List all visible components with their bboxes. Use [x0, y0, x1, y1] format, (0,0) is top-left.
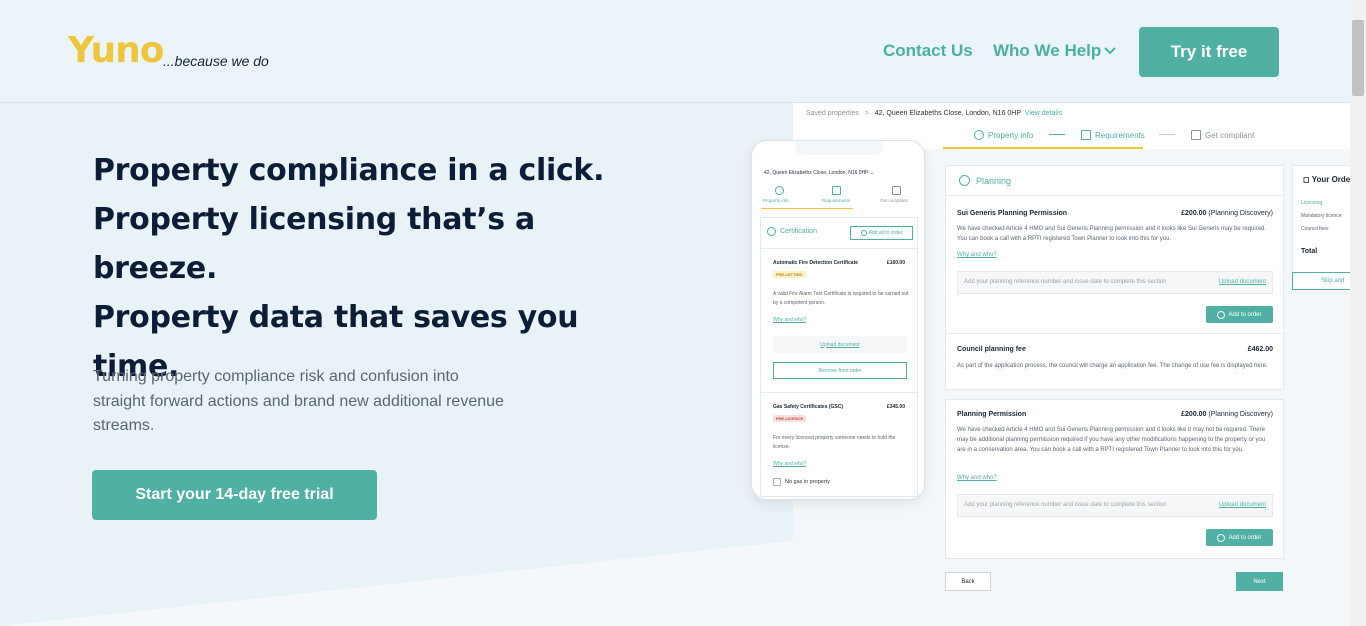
- clipboard-icon: [832, 186, 841, 195]
- add-to-order-button[interactable]: Add to order: [1206, 306, 1273, 323]
- view-details-link: View details: [1024, 110, 1063, 117]
- pre-licence-badge: PRE-LICENCE: [773, 415, 807, 422]
- order-title: ◻ Your Order: [1303, 175, 1350, 184]
- mobile-step-underline: [761, 208, 853, 209]
- breadcrumb-root: Saved properties: [806, 110, 859, 117]
- upload-document-button[interactable]: Upload document: [773, 336, 907, 353]
- planning-card: Planning Sui Generis Planning Permission…: [945, 165, 1285, 390]
- skip-button[interactable]: Skip and: [1292, 272, 1350, 290]
- add-all-to-order-button[interactable]: Add all to order: [850, 226, 913, 240]
- certification-panel: Certification Add all to order Automatic…: [760, 217, 919, 497]
- item-description: As part of the application process, the …: [957, 363, 1268, 369]
- item-title: Planning Permission: [957, 411, 1027, 418]
- step-requirements: Requirements: [1081, 130, 1145, 140]
- mobile-step-get-compliant: Get compliant: [880, 198, 908, 203]
- step-divider: [1049, 134, 1065, 135]
- tagline: ...because we do: [163, 53, 269, 69]
- headline-line-3: Property data that saves you: [93, 300, 579, 335]
- info-icon: [775, 186, 784, 195]
- plus-icon: [1217, 310, 1226, 319]
- divider: [946, 333, 1285, 334]
- divider: [946, 195, 1285, 196]
- house-icon: [1191, 130, 1201, 140]
- no-gas-label: No gas in property: [785, 479, 830, 485]
- planning-header: Planning: [959, 175, 1011, 186]
- nav-who-we-help[interactable]: Who We Help: [993, 41, 1101, 61]
- step-property-info: Property info: [974, 130, 1033, 140]
- headline-line-2: Property licensing that’s a breeze.: [93, 202, 535, 286]
- mobile-step-requirements: Requirements: [822, 198, 851, 203]
- phone-notch: [795, 141, 883, 155]
- certificate-icon: [767, 227, 776, 236]
- mobile-app-preview: 42, Queen Elizabeths Close, London, N16 …: [751, 140, 925, 500]
- item-title: Gas Safety Certificates (GSC): [773, 404, 844, 410]
- hero-bottom-shape: [0, 540, 800, 626]
- planning-reference-field[interactable]: Add your planning reference number and i…: [957, 271, 1273, 294]
- breadcrumb-address: 42, Queen Elizabeths Close, London, N16 …: [874, 110, 1021, 117]
- start-free-trial-button[interactable]: Start your 14-day free trial: [92, 470, 377, 520]
- next-button[interactable]: Next: [1236, 572, 1283, 591]
- planning-reference-field[interactable]: Add your planning reference number and i…: [957, 494, 1273, 517]
- pre-letting-badge: PRE-LETTING: [773, 271, 806, 278]
- order-line-licensing: Licensing: [1301, 200, 1323, 206]
- item-title: Automatic Fire Detection Certificate: [773, 260, 859, 266]
- certification-header: Certification: [767, 227, 817, 236]
- item-price: £160.00: [886, 260, 905, 266]
- item-description: We have checked Article 4 HMO and Sui Ge…: [957, 427, 1266, 453]
- site-header: Yuno ...because we do Contact Us Who We …: [0, 0, 1350, 103]
- item-title: Council planning fee: [957, 346, 1026, 353]
- hero-headline: Property compliance in a click. Property…: [93, 146, 653, 391]
- breadcrumb: Saved properties > 42, Queen Elizabeths …: [806, 110, 1062, 117]
- order-line-council: Council fees: [1301, 226, 1329, 232]
- back-button[interactable]: Back: [945, 572, 991, 591]
- headline-line-1: Property compliance in a click.: [93, 153, 605, 188]
- info-icon: [974, 130, 984, 140]
- scrollbar-thumb[interactable]: [1352, 20, 1364, 96]
- clipboard-icon: [1081, 130, 1091, 140]
- divider: [761, 248, 919, 249]
- item-description: A valid Fire Alarm Test Certificate is r…: [773, 291, 909, 306]
- item-price: £200.00 (Planning Discovery): [1181, 411, 1273, 418]
- plus-icon: [1217, 533, 1226, 542]
- order-line-mandatory: Mandatory licence: [1301, 213, 1342, 219]
- upload-document-link[interactable]: Upload document: [1219, 502, 1266, 508]
- item-price: £200.00 (Planning Discovery): [1181, 210, 1273, 217]
- house-icon: [892, 186, 901, 195]
- remove-from-order-button[interactable]: Remove from order: [773, 362, 907, 379]
- chevron-down-icon[interactable]: [1103, 44, 1117, 58]
- why-and-who-link[interactable]: Why and who?: [773, 317, 806, 323]
- upload-placeholder: Add your planning reference number and i…: [964, 279, 1167, 285]
- why-and-who-link[interactable]: Why and who?: [957, 475, 997, 481]
- divider: [761, 392, 919, 393]
- why-and-who-link[interactable]: Why and who?: [773, 461, 806, 467]
- add-to-order-button[interactable]: Add to order: [1206, 529, 1273, 546]
- item-price: £345.00: [886, 404, 905, 410]
- your-order-card: ◻ Your Order Licensing Mandatory licence…: [1292, 165, 1350, 275]
- mobile-step-property-info: Property info: [763, 198, 789, 203]
- breadcrumb-separator: >: [864, 110, 869, 117]
- item-description: For every licenced property someone need…: [773, 435, 896, 450]
- nav-contact-us[interactable]: Contact Us: [883, 41, 973, 61]
- try-it-free-button[interactable]: Try it free: [1139, 27, 1279, 77]
- why-and-who-link[interactable]: Why and who?: [957, 252, 997, 258]
- order-total: Total: [1301, 248, 1318, 255]
- step-divider: [1159, 134, 1175, 135]
- upload-document-link[interactable]: Upload document: [1219, 279, 1266, 285]
- mobile-address: 42, Queen Elizabeths Close, London, N16 …: [764, 170, 875, 176]
- yuno-logo[interactable]: Yuno: [68, 30, 164, 71]
- step-progress-underline: [943, 147, 1143, 149]
- upload-placeholder: Add your planning reference number and i…: [964, 502, 1167, 508]
- plus-icon: [860, 230, 867, 236]
- planning-permission-card: Planning Permission £200.00 (Planning Di…: [945, 399, 1284, 559]
- no-gas-checkbox[interactable]: [773, 478, 781, 486]
- hero-subtext: Turning property compliance risk and con…: [93, 368, 504, 434]
- item-description: We have checked Article 4 HMO and Sui Ge…: [957, 226, 1267, 242]
- item-price: £462.00: [1247, 346, 1273, 353]
- step-get-compliant: Get compliant: [1191, 130, 1254, 140]
- item-title: Sui Generis Planning Permission: [957, 210, 1068, 217]
- planning-icon: [959, 175, 970, 186]
